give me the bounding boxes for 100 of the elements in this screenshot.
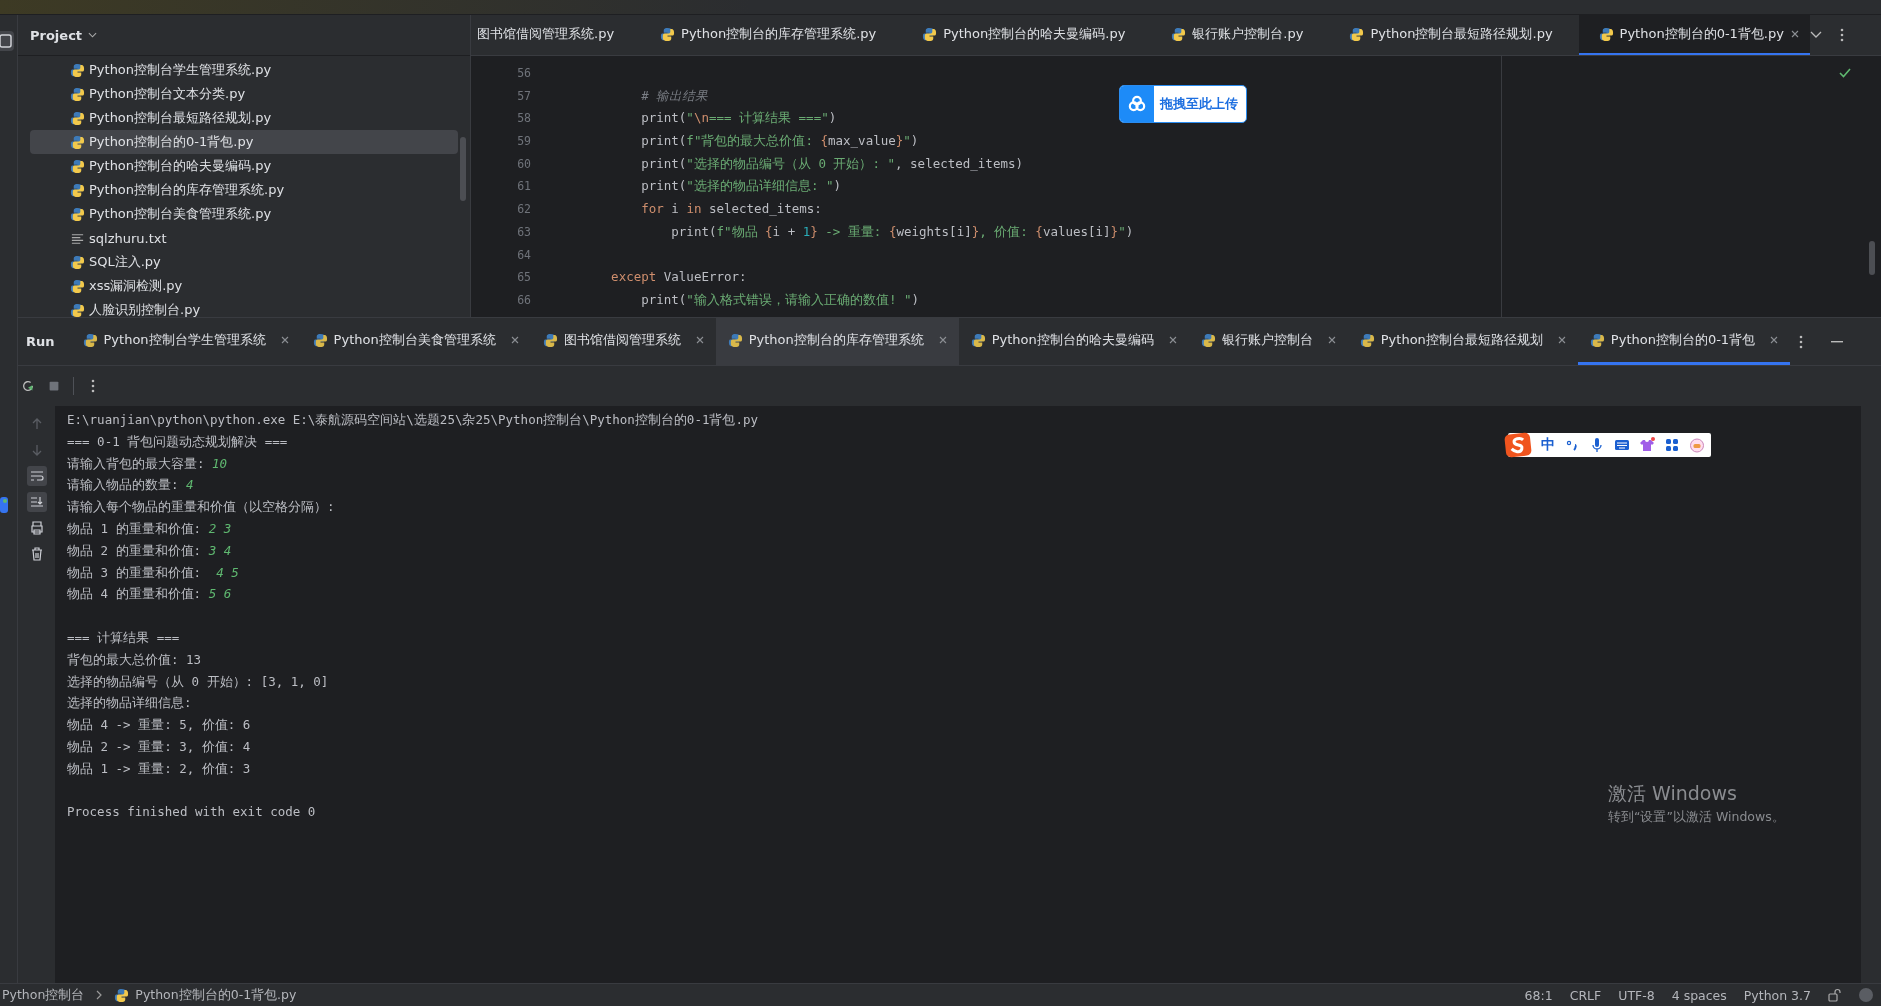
file-tree-item[interactable]: Python控制台的库存管理系统.py — [30, 178, 458, 202]
close-icon[interactable] — [1769, 335, 1780, 345]
file-name: Python控制台的哈夫曼编码.py — [89, 157, 272, 175]
python-file-icon — [70, 158, 85, 174]
shirt-icon[interactable] — [1639, 437, 1655, 453]
status-item[interactable]: CRLF — [1569, 987, 1602, 1003]
stop-icon[interactable] — [47, 379, 61, 393]
file-tree-item[interactable]: Python控制台的0-1背包.py — [30, 130, 458, 154]
code-line: print("选择的物品详细信息: ") — [640, 178, 841, 194]
python-file-icon — [70, 86, 85, 102]
close-icon[interactable] — [1167, 335, 1178, 345]
status-item[interactable]: 4 spaces — [1671, 987, 1727, 1003]
code-line: for i in selected_items: — [640, 201, 822, 217]
file-tree-item[interactable]: sqlzhuru.txt — [30, 226, 458, 250]
line-number: 63 — [516, 223, 531, 241]
console-line: 物品 3 的重量和价值: 4 5 — [67, 564, 239, 580]
run-tab[interactable]: 图书馆借阅管理系统 — [530, 318, 716, 365]
file-name: Python控制台最短路径规划.py — [89, 109, 272, 127]
close-icon[interactable] — [509, 335, 520, 345]
unlock-icon[interactable] — [1828, 988, 1842, 1002]
folder-icon[interactable] — [0, 31, 14, 51]
line-number: 60 — [516, 155, 531, 173]
file-name: Python控制台的0-1背包.py — [89, 133, 254, 151]
file-tree-item[interactable]: SQL注入.py — [30, 250, 458, 274]
file-tree-item[interactable]: Python控制台最短路径规划.py — [30, 106, 458, 130]
file-tree-item[interactable]: 人脸识别控制台.py — [30, 298, 458, 317]
console-line: 背包的最大总价值: 13 — [67, 651, 202, 667]
python-file-icon — [114, 987, 130, 1003]
upload-badge[interactable]: 拖拽至此上传 — [1119, 85, 1247, 123]
breadcrumb-item[interactable]: Python控制台 — [2, 986, 85, 1004]
line-number: 56 — [516, 65, 531, 82]
soft-wrap-icon[interactable] — [26, 466, 47, 486]
editor-tab[interactable]: Python控制台的哈夫曼编码.py — [902, 15, 1152, 55]
python-run-icon — [1359, 332, 1375, 348]
console-line: 物品 2 -> 重量: 3, 价值: 4 — [67, 738, 251, 754]
console-line: 请输入物品的数量: 4 — [67, 477, 194, 493]
status-item[interactable]: Python 3.7 — [1743, 987, 1811, 1003]
run-tab[interactable]: Python控制台美食管理系统 — [300, 318, 531, 365]
code-line: except ValueError: — [610, 269, 747, 285]
file-name: SQL注入.py — [89, 253, 161, 271]
file-name: Python控制台的库存管理系统.py — [89, 181, 285, 199]
editor-tab[interactable]: Python控制台的0-1背包.py — [1578, 15, 1810, 55]
close-icon[interactable] — [1326, 335, 1337, 345]
file-tree-item[interactable]: xss漏洞检测.py — [30, 274, 458, 298]
microphone-icon[interactable] — [1589, 437, 1605, 453]
file-tree-item[interactable]: Python控制台美食管理系统.py — [30, 202, 458, 226]
project-dropdown[interactable]: Project — [30, 27, 98, 43]
close-icon[interactable] — [937, 335, 948, 345]
file-name: Python控制台美食管理系统.py — [89, 205, 272, 223]
scroll-to-end-icon[interactable] — [26, 492, 47, 512]
file-tree-item[interactable]: Python控制台学生管理系统.py — [30, 58, 458, 82]
file-tree-item[interactable]: Python控制台的哈夫曼编码.py — [30, 154, 458, 178]
python-run-icon — [1589, 332, 1605, 348]
run-tab[interactable]: Python控制台的库存管理系统 — [715, 318, 959, 365]
upload-label: 拖拽至此上传 — [1160, 95, 1238, 113]
close-icon[interactable] — [1556, 335, 1567, 345]
editor-tab[interactable]: Python控制台最短路径规划.py — [1329, 15, 1579, 55]
console-line: E:\ruanjian\python\python.exe E:\泰航源码空间站\选题25\杂25\Python控制台\Python控制台的0-1背包.py — [67, 412, 758, 427]
keyboard-icon[interactable] — [1614, 437, 1630, 453]
python-run-icon — [542, 332, 558, 348]
input-mode-toggle[interactable]: 中 — [1541, 436, 1555, 454]
close-icon[interactable] — [694, 335, 705, 345]
status-item[interactable]: UTF-8 — [1618, 987, 1655, 1003]
line-number: 66 — [516, 291, 531, 309]
console-line: 选择的物品编号（从 0 开始）: [3, 1, 0] — [67, 673, 329, 689]
editor-tab[interactable]: 图书馆借阅管理系统.py — [471, 15, 641, 55]
scrollbar[interactable] — [460, 137, 466, 201]
file-tree-item[interactable]: Python控制台文本分类.py — [30, 82, 458, 106]
file-name: xss漏洞检测.py — [89, 277, 183, 295]
editor-tab[interactable]: Python控制台的库存管理系统.py — [640, 15, 903, 55]
chevron-right-icon — [96, 990, 103, 1000]
run-tab[interactable]: Python控制台的哈夫曼编码 — [958, 318, 1189, 365]
chevron-down-icon[interactable] — [88, 32, 98, 38]
rerun-icon[interactable] — [21, 379, 35, 393]
status-item[interactable]: 68:1 — [1524, 987, 1553, 1003]
console-line: 物品 2 的重量和价值: 3 4 — [67, 542, 232, 558]
run-tab[interactable]: Python控制台学生管理系统 — [70, 318, 301, 365]
code-line: print(f"背包的最大总价值: {max_value}") — [640, 133, 919, 149]
code-line: # 输出结果 — [640, 87, 709, 103]
close-icon[interactable] — [1789, 29, 1800, 39]
python-file-icon — [70, 134, 85, 150]
console-line: === 0-1 背包问题动态规划解决 === — [67, 433, 288, 449]
python-file-icon — [70, 206, 85, 222]
breadcrumb-item[interactable]: Python控制台的0-1背包.py — [135, 986, 297, 1004]
apps-grid-icon[interactable] — [1664, 437, 1680, 453]
python-file-icon — [70, 302, 85, 317]
close-icon[interactable] — [279, 335, 290, 345]
scrollbar[interactable] — [1869, 241, 1875, 275]
run-tab[interactable]: Python控制台最短路径规划 — [1347, 318, 1578, 365]
run-tab[interactable]: 银行账户控制台 — [1188, 318, 1348, 365]
python-file-icon — [70, 182, 85, 198]
line-number: 64 — [516, 246, 531, 264]
file-name: Python控制台学生管理系统.py — [89, 61, 272, 79]
editor-tab[interactable]: 银行账户控制台.py — [1151, 15, 1330, 55]
activation-hint: 转到“设置”以激活 Windows。 — [1608, 809, 1785, 826]
python-run-icon — [1200, 332, 1216, 348]
code-line: print(f"物品 {i + 1} -> 重量: {weights[i]}, 价值: {values[i]}") — [670, 223, 1134, 239]
code-line: print("输入格式错误，请输入正确的数值! ") — [640, 291, 919, 307]
cloud-icon — [1120, 86, 1154, 122]
python-file-icon — [70, 278, 85, 294]
